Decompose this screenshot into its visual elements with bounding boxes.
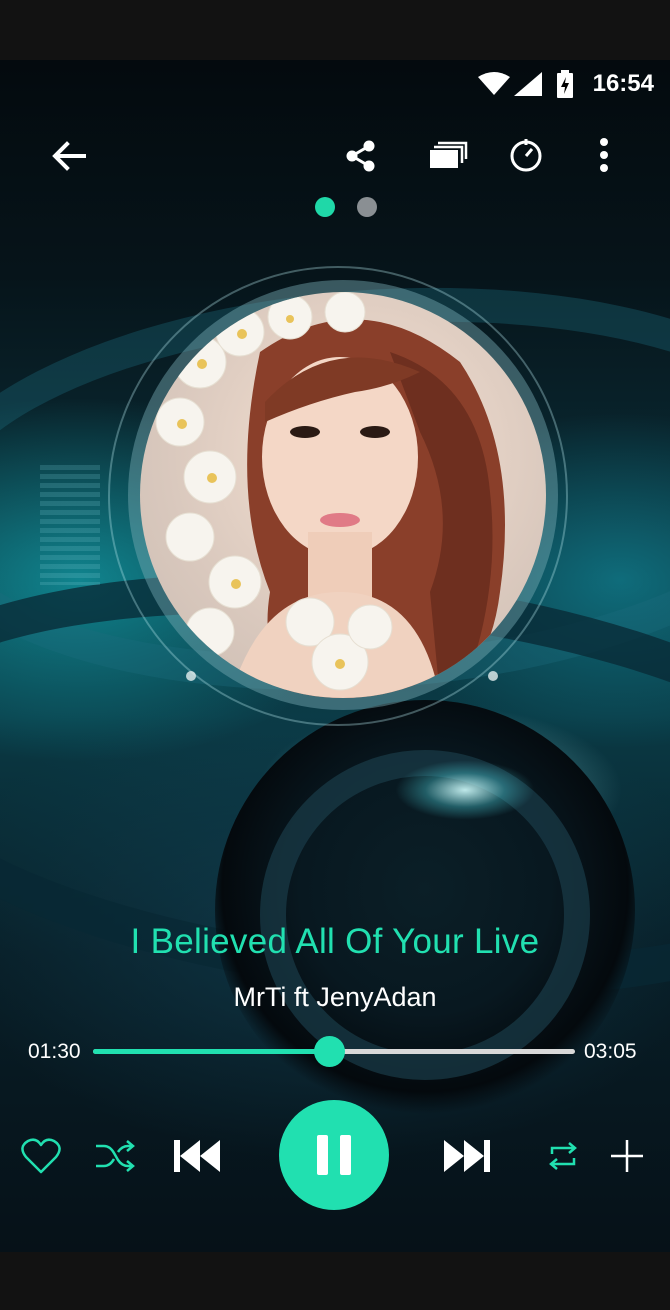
signal-icon xyxy=(514,72,542,96)
pause-button[interactable] xyxy=(279,1100,389,1210)
battery-charging-icon xyxy=(557,70,573,98)
share-button[interactable] xyxy=(343,138,379,174)
skip-previous-icon xyxy=(174,1140,220,1172)
bottom-letterbox xyxy=(0,1252,670,1310)
shuffle-button[interactable] xyxy=(94,1138,136,1174)
arrow-left-icon xyxy=(52,141,86,171)
seek-bar-thumb[interactable] xyxy=(314,1036,346,1067)
previous-track-button[interactable] xyxy=(172,1137,224,1175)
skip-next-icon xyxy=(444,1140,490,1172)
next-track-button[interactable] xyxy=(440,1137,492,1175)
plus-icon xyxy=(611,1140,643,1172)
seek-bar-progress xyxy=(93,1049,330,1054)
top-letterbox xyxy=(0,0,670,60)
queue-stack-icon xyxy=(430,141,468,168)
share-icon xyxy=(346,140,375,172)
decorative-equalizer xyxy=(40,465,100,585)
heart-outline-icon xyxy=(21,1138,61,1174)
song-artist: MrTi ft JenyAdan xyxy=(233,982,437,1012)
pause-icon xyxy=(317,1135,351,1175)
album-art-portrait xyxy=(155,292,505,698)
page-indicator-inactive[interactable] xyxy=(357,197,377,217)
song-title: I Believed All Of Your Live xyxy=(130,922,540,961)
repeat-button[interactable] xyxy=(544,1138,582,1174)
like-button[interactable] xyxy=(20,1136,62,1176)
queue-button[interactable] xyxy=(428,138,468,174)
more-vertical-icon xyxy=(600,138,608,172)
elapsed-time: 01:30 xyxy=(28,1040,81,1063)
more-options-button[interactable] xyxy=(588,134,620,176)
wifi-icon xyxy=(478,72,510,95)
add-to-playlist-button[interactable] xyxy=(608,1136,646,1176)
sleep-timer-icon xyxy=(510,139,542,172)
status-time: 16:54 xyxy=(592,70,654,97)
album-art[interactable] xyxy=(140,292,546,698)
status-bar: 16:54 xyxy=(0,60,670,106)
sleep-timer-button[interactable] xyxy=(507,136,545,174)
shuffle-icon xyxy=(96,1140,135,1172)
repeat-icon xyxy=(549,1142,577,1170)
decorative-pin xyxy=(488,671,498,681)
page-indicator-active[interactable] xyxy=(315,197,335,217)
decorative-light-glint xyxy=(395,760,535,820)
decorative-pin xyxy=(186,671,196,681)
back-button[interactable] xyxy=(48,135,90,177)
total-duration: 03:05 xyxy=(584,1040,637,1063)
